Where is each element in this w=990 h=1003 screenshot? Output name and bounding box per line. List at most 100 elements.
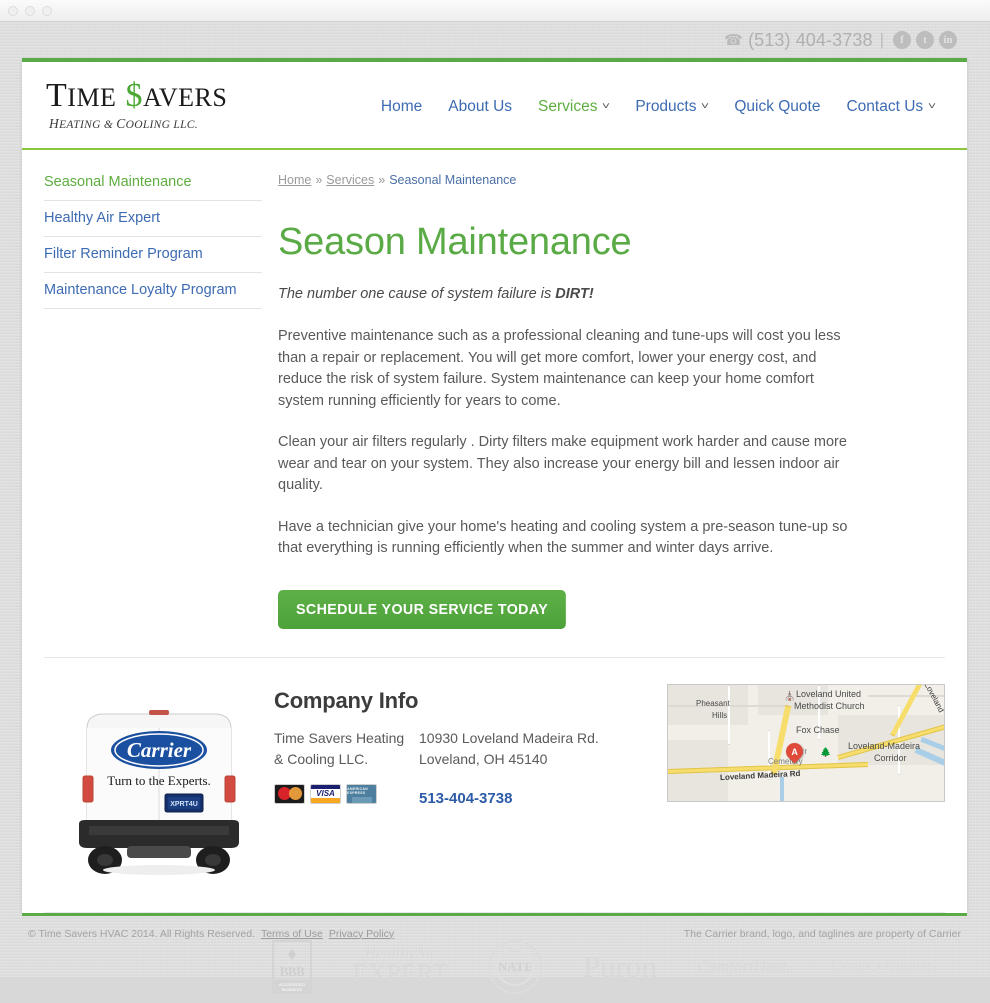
sidebar-label-0: Seasonal Maintenance	[44, 174, 192, 190]
mastercard-icon	[274, 783, 305, 804]
comfortheat-label: ComfortHeat.	[697, 956, 792, 976]
partner-nate: NATE	[488, 939, 543, 994]
location-map-wrap: ⛪ 🌲 Pheasant Hills Loveland United Metho…	[664, 680, 945, 892]
chevron-down-icon: ˅	[927, 101, 937, 112]
window-close-button[interactable]	[8, 5, 18, 16]
map-label-4: Fox Chase	[796, 724, 840, 735]
telephone-icon: ☎	[724, 31, 743, 49]
breadcrumb-separator-1: »	[315, 173, 323, 187]
nav-item-products[interactable]: Products ˅	[635, 98, 710, 116]
sidebar-item-filter-reminder-program[interactable]: Filter Reminder Program	[44, 237, 262, 273]
logo-wordmark: TIME $AVERS	[46, 76, 299, 114]
nav-item-contact-us[interactable]: Contact Us ˅	[846, 98, 937, 116]
svg-text:XPRT4U: XPRT4U	[170, 801, 198, 808]
nav-item-home[interactable]: Home	[381, 98, 422, 116]
sidebar-label-3: Maintenance Loyalty Program	[44, 282, 237, 298]
nav-label-quick-quote: Quick Quote	[734, 98, 821, 115]
header-phone-number[interactable]: (513) 404-3738	[748, 30, 873, 51]
terms-of-use-link[interactable]: Terms of Use	[261, 928, 323, 940]
sidebar-item-healthy-air-expert[interactable]: Healthy Air Expert	[44, 201, 262, 237]
nav-item-about-us[interactable]: About Us	[448, 98, 512, 116]
site-logo[interactable]: TIME $AVERS HEATING & COOLING LLC.	[44, 76, 299, 132]
logo-tagline-amp: &	[100, 118, 117, 131]
company-name-line-1: Time Savers Heating	[274, 729, 405, 746]
window-maximize-button[interactable]	[42, 5, 52, 16]
bbb-label: BBB	[279, 963, 305, 979]
nav-label-about-us: About Us	[448, 98, 513, 115]
address-line-2: Loveland, OH 45140	[419, 750, 548, 767]
privacy-policy-link[interactable]: Privacy Policy	[329, 928, 394, 940]
sidebar-item-seasonal-maintenance[interactable]: Seasonal Maintenance	[44, 174, 262, 201]
linkedin-icon[interactable]: in	[939, 31, 957, 49]
main-navigation: Home About Us Services ˅ Products ˅ Quic…	[299, 98, 945, 116]
twitter-icon[interactable]: t	[916, 31, 934, 49]
logo-ime: IME	[67, 82, 117, 112]
footer-copyright-bar: © Time Savers HVAC 2014. All Rights Rese…	[22, 913, 967, 943]
lede-emphasis: DIRT!	[555, 286, 594, 302]
map-label-10: Loveland	[922, 683, 945, 714]
breadcrumb: Home» Services» Seasonal Maintenance	[278, 173, 945, 187]
logo-tagline-eating: EATING	[59, 118, 101, 131]
company-address-block: 10930 Loveland Madeira Rd. Loveland, OH …	[419, 728, 664, 808]
bbb-accredited-label: ACCREDITED BUSINESS	[274, 979, 310, 994]
carrier-van-image: Carrier Turn to the Experts. XPRT4U	[44, 680, 274, 892]
healthy-air-label: HealthyAir	[364, 945, 436, 962]
nav-item-quick-quote[interactable]: Quick Quote	[734, 98, 820, 116]
van-illustration: Carrier Turn to the Experts. XPRT4U	[79, 709, 239, 875]
top-utility-bar: ☎ (513) 404-3738 | f t in	[0, 22, 990, 58]
nate-label: NATE	[488, 939, 543, 994]
breadcrumb-separator-2: »	[378, 173, 386, 187]
schedule-service-button[interactable]: SCHEDULE YOUR SERVICE TODAY	[278, 589, 567, 629]
body-paragraph-3: Have a technician give your home's heati…	[278, 518, 848, 557]
map-label-1: Hills	[712, 710, 728, 720]
logo-tagline-llc: LLC.	[170, 118, 198, 131]
carrier-trademark-notice: The Carrier brand, logo, and taglines ar…	[683, 927, 961, 940]
site-container: TIME $AVERS HEATING & COOLING LLC. Home …	[22, 58, 967, 994]
breadcrumb-current: Seasonal Maintenance	[389, 173, 517, 187]
window-minimize-button[interactable]	[25, 5, 35, 16]
visa-icon: VISA	[310, 783, 341, 804]
copyright-text: © Time Savers HVAC 2014. All Rights Rese…	[28, 927, 255, 940]
browser-chrome	[0, 0, 990, 22]
body-paragraph-1: Preventive maintenance such as a profess…	[278, 328, 841, 409]
page-title: Season Maintenance	[278, 221, 632, 263]
map-label-6: Corridor	[874, 752, 907, 763]
footer-main: Carrier Turn to the Experts. XPRT4U Comp…	[22, 658, 967, 892]
map-label-5: Loveland-Madeira	[848, 740, 921, 751]
nav-label-contact-us: Contact Us	[846, 98, 924, 115]
partner-bbb: ♦ BBB ACCREDITED BUSINESS	[272, 939, 312, 994]
page-content: Seasonal Maintenance Healthy Air Expert …	[22, 150, 967, 629]
logo-dollar-sign: $	[125, 76, 143, 114]
partner-comfortheat: ComfortHeat.	[697, 957, 791, 977]
main-column: Home» Services» Seasonal Maintenance Seaso…	[262, 173, 945, 629]
expert-label: EXPERT	[352, 960, 449, 987]
sidebar-item-maintenance-loyalty-program[interactable]: Maintenance Loyalty Program	[44, 273, 262, 309]
svg-text:Carrier: Carrier	[127, 738, 192, 762]
facebook-icon[interactable]: f	[893, 31, 911, 49]
choices-label: Choices	[885, 957, 937, 975]
logo-tagline-ooling: OOLING	[125, 118, 171, 131]
partner-cool-choices: Cool Choices	[831, 958, 937, 976]
amex-label: AMERICAN EXPRESS	[347, 786, 368, 795]
site-header: TIME $AVERS HEATING & COOLING LLC. Home …	[22, 62, 967, 150]
logo-t: T	[46, 76, 68, 114]
tree-icon: 🌲	[820, 746, 832, 757]
nav-item-services[interactable]: Services ˅	[538, 98, 610, 116]
cool-label: Cool	[831, 957, 863, 975]
page-lede: The number one cause of system failure i…	[278, 286, 945, 302]
location-map[interactable]: ⛪ 🌲 Pheasant Hills Loveland United Metho…	[667, 683, 945, 802]
breadcrumb-link-services[interactable]: Services	[326, 173, 374, 187]
logo-tagline: HEATING & COOLING LLC.	[49, 116, 299, 132]
company-name-line-2: & Cooling LLC.	[274, 750, 369, 767]
payment-methods: VISA AMERICAN EXPRESS	[274, 783, 419, 804]
company-info-heading: Company Info	[274, 687, 419, 713]
breadcrumb-link-home[interactable]: Home	[278, 173, 311, 187]
nav-label-home: Home	[380, 98, 423, 115]
header-phone-group[interactable]: ☎ (513) 404-3738	[724, 30, 873, 51]
partner-healthy-air-expert: HealthyAir EXPERT	[352, 945, 449, 987]
partner-puron: Puron	[583, 951, 657, 982]
map-label-2: Loveland United	[796, 688, 862, 699]
footer-phone-link[interactable]: 513-404-3738	[419, 790, 512, 807]
topbar-separator: |	[879, 30, 884, 49]
chevron-down-icon: ˅	[701, 101, 710, 112]
